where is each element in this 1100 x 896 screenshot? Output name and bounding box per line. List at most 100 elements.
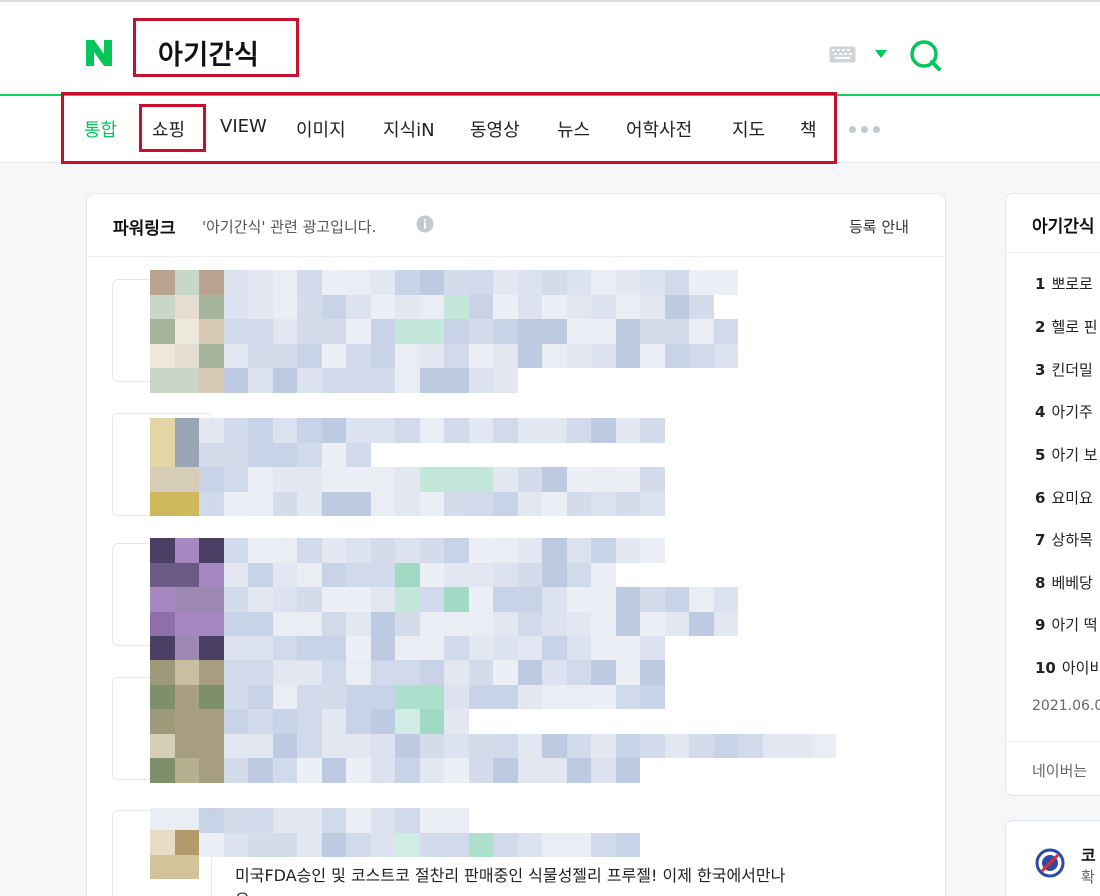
search-input[interactable]: 아기간식 [158, 33, 259, 72]
blurred-pixel [468, 636, 493, 661]
info-icon[interactable] [416, 215, 434, 233]
blurred-pixel [419, 733, 444, 758]
blurred-pixel [591, 319, 616, 344]
ad-registration-link[interactable]: 등록 안내 [849, 216, 909, 237]
search-icon[interactable] [908, 38, 942, 72]
blurred-pixel [468, 418, 493, 443]
blurred-pixel [517, 343, 542, 368]
blurred-pixel [419, 467, 444, 492]
powerlink-description: '아기간식' 관련 광고입니다. [202, 218, 377, 236]
blurred-pixel [150, 636, 175, 661]
blurred-pixel [542, 562, 567, 587]
blurred-pixel [321, 832, 346, 857]
related-item[interactable]: 10 아이비 [1035, 657, 1100, 678]
blurred-pixel [566, 491, 591, 516]
related-item[interactable]: 5 아기 보 [1035, 444, 1098, 465]
blurred-pixel [346, 442, 371, 467]
related-item[interactable]: 8 베베당 [1035, 572, 1093, 593]
blurred-pixel [542, 538, 567, 563]
blurred-pixel [444, 709, 469, 734]
blurred-pixel [493, 611, 518, 636]
blurred-pixel [321, 562, 346, 587]
blurred-pixel [223, 467, 248, 492]
related-item[interactable]: 2 헬로 핀 [1035, 316, 1098, 337]
blurred-pixel [395, 660, 420, 685]
blurred-pixel [493, 660, 518, 685]
blurred-pixel [566, 611, 591, 636]
blurred-pixel [468, 368, 493, 393]
blurred-pixel [223, 562, 248, 587]
related-item[interactable]: 3 킨더밀 [1035, 359, 1093, 380]
blurred-pixel [199, 611, 224, 636]
blurred-pixel [150, 467, 175, 492]
blurred-pixel [566, 636, 591, 661]
blurred-pixel [591, 587, 616, 612]
blurred-pixel [321, 538, 346, 563]
ad-description[interactable]: 미국FDA승인 및 코스트코 절찬리 판매중인 식물성젤리 프루젤! 이제 한국… [235, 862, 785, 886]
blurred-pixel [664, 294, 689, 319]
related-footer: 네이버는 [1032, 762, 1088, 780]
blurred-pixel [713, 587, 738, 612]
blurred-pixel [615, 294, 640, 319]
blurred-pixel [615, 343, 640, 368]
blurred-pixel [150, 538, 175, 563]
blurred-pixel [297, 709, 322, 734]
blurred-pixel [713, 319, 738, 344]
blurred-pixel [566, 418, 591, 443]
blurred-pixel [395, 319, 420, 344]
blurred-pixel [395, 368, 420, 393]
blurred-pixel [223, 294, 248, 319]
blurred-pixel [395, 808, 420, 833]
blurred-pixel [346, 538, 371, 563]
blurred-pixel [493, 758, 518, 783]
keyboard-icon[interactable] [829, 46, 856, 63]
related-item[interactable]: 1 뽀로로 [1035, 273, 1093, 294]
naver-logo-icon[interactable] [84, 38, 114, 68]
chevron-down-icon[interactable] [874, 49, 888, 59]
blurred-pixel [640, 636, 665, 661]
blurred-pixel [664, 587, 689, 612]
blurred-pixel [272, 538, 297, 563]
blurred-pixel [542, 611, 567, 636]
blurred-pixel [615, 538, 640, 563]
shopping-highlight-box [139, 104, 206, 152]
related-item[interactable]: 4 아기주 [1035, 401, 1093, 422]
blurred-pixel [199, 684, 224, 709]
blurred-pixel [199, 636, 224, 661]
blurred-pixel [640, 491, 665, 516]
blurred-pixel [223, 733, 248, 758]
blurred-pixel [468, 758, 493, 783]
blurred-pixel [517, 467, 542, 492]
blurred-pixel [223, 418, 248, 443]
blurred-pixel [591, 491, 616, 516]
blurred-pixel [395, 270, 420, 295]
blurred-pixel [493, 294, 518, 319]
blurred-pixel [297, 294, 322, 319]
blurred-pixel [297, 562, 322, 587]
blurred-pixel [370, 562, 395, 587]
blurred-pixel [591, 733, 616, 758]
more-icon[interactable] [849, 126, 881, 134]
blurred-pixel [297, 368, 322, 393]
blurred-pixel [640, 733, 665, 758]
blurred-pixel [199, 562, 224, 587]
related-panel-title: 아기간식 [1032, 217, 1095, 237]
blurred-pixel [468, 832, 493, 857]
blurred-pixel [615, 418, 640, 443]
blurred-pixel [493, 562, 518, 587]
blurred-pixel [321, 733, 346, 758]
blurred-pixel [444, 467, 469, 492]
blurred-pixel [248, 832, 273, 857]
related-item[interactable]: 7 상하목 [1035, 529, 1093, 550]
blurred-pixel [542, 294, 567, 319]
blurred-pixel [150, 733, 175, 758]
related-item[interactable]: 9 아기 떡 [1035, 614, 1098, 635]
blurred-pixel [346, 808, 371, 833]
blurred-pixel [542, 684, 567, 709]
blurred-pixel [321, 270, 346, 295]
blurred-pixel [174, 660, 199, 685]
blurred-pixel [395, 684, 420, 709]
blurred-pixel [297, 270, 322, 295]
blurred-pixel [542, 636, 567, 661]
related-item[interactable]: 6 요미요 [1035, 487, 1093, 508]
